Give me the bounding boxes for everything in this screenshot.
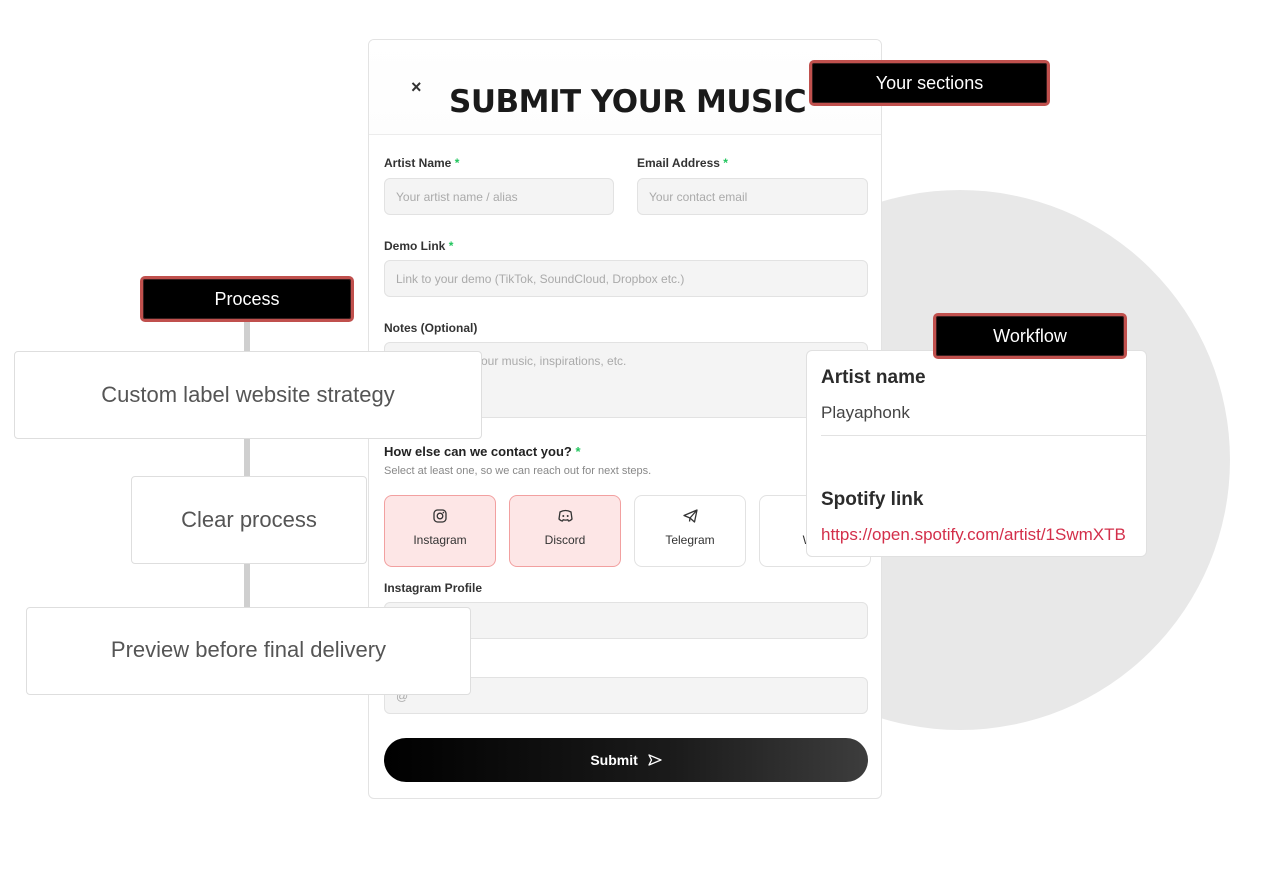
instagram-profile-label: Instagram Profile [384,581,483,595]
email-label: Email Address * [637,156,728,170]
contact-option-label: Discord [544,533,586,547]
required-marker: * [723,156,728,170]
discord-icon [510,509,620,527]
process-connector [244,563,250,609]
spotify-link-value[interactable]: https://open.spotify.com/artist/1SwmXTB [821,525,1126,545]
contact-subtitle: Select at least one, so we can reach out… [384,465,652,477]
telegram-icon [635,509,745,527]
artist-name-label-text: Artist Name [384,156,452,170]
submit-label: Submit [590,752,638,768]
required-marker: * [448,239,454,253]
spotify-link-heading: Spotify link [821,489,924,510]
instagram-icon [385,509,495,527]
tag-process: Process [140,276,354,322]
contact-question: How else can we contact you? * [384,444,581,459]
required-marker: * [575,444,581,459]
divider [821,435,1146,436]
artist-name-value: Playaphonk [821,403,910,422]
process-step: Custom label website strategy [14,351,482,439]
contact-option-label: Telegram [665,533,715,547]
process-connector [244,438,250,478]
demo-link-input[interactable]: Link to your demo (TikTok, SoundCloud, D… [384,260,868,297]
contact-option-discord[interactable]: Discord [509,495,621,567]
artist-name-label: Artist Name * [384,156,459,170]
close-icon[interactable]: × [411,78,422,96]
artist-name-input[interactable]: Your artist name / alias [384,178,614,215]
contact-option-label: Instagram [413,533,467,547]
email-input[interactable]: Your contact email [637,178,868,215]
send-icon [648,739,662,783]
contact-option-telegram[interactable]: Telegram [634,495,746,567]
tag-your-sections: Your sections [809,60,1050,106]
contact-question-text: How else can we contact you? [384,444,572,459]
form-title: SUBMIT YOUR MUSIC [449,84,807,120]
process-connector [244,322,250,352]
submit-button[interactable]: Submit [384,738,868,782]
required-marker: * [454,156,460,170]
process-step: Clear process [131,476,367,564]
notes-label: Notes (Optional) [384,321,478,335]
form-header: × SUBMIT YOUR MUSIC [369,40,881,135]
artist-name-heading: Artist name [821,367,926,388]
contact-option-instagram[interactable]: Instagram [384,495,496,567]
tag-workflow: Workflow [933,313,1127,359]
process-step: Preview before final delivery [26,607,471,695]
demo-link-label: Demo Link * [384,239,453,253]
demo-link-label-text: Demo Link [384,239,446,253]
workflow-card: Artist name Playaphonk Spotify link http… [806,350,1147,557]
email-label-text: Email Address [637,156,720,170]
